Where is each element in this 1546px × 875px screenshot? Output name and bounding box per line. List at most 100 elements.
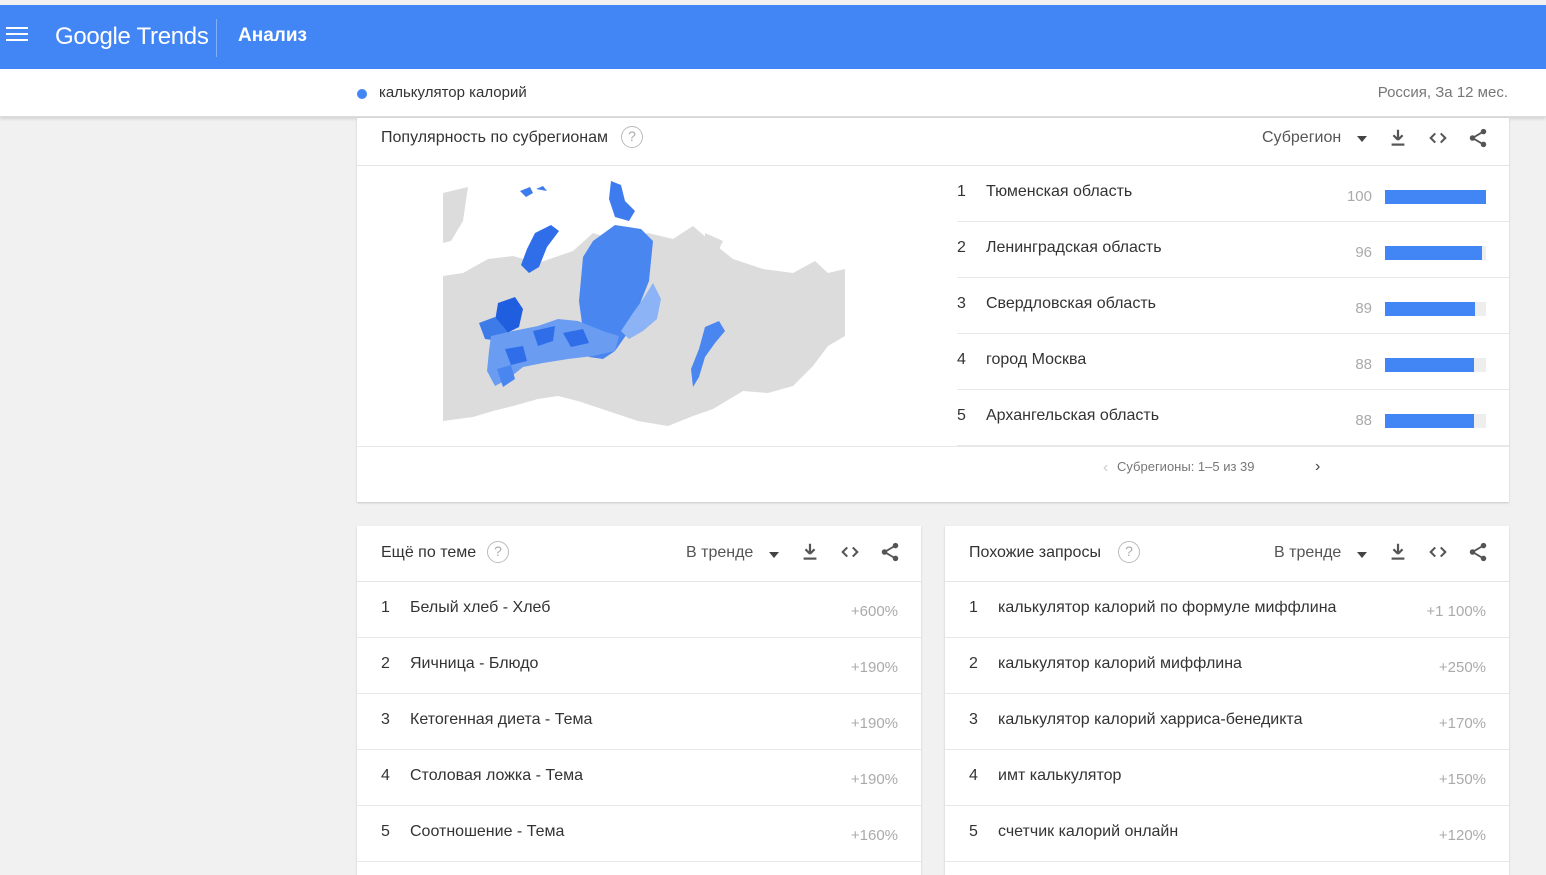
value-bar [1385, 190, 1486, 204]
region-row[interactable]: 3 Свердловская область 89 [957, 278, 1509, 334]
card-header: Похожие запросы ? В тренде [945, 526, 1509, 582]
list-item[interactable]: 1 калькулятор калорий по формуле миффлин… [945, 582, 1509, 638]
related-topics-card: Ещё по теме ? В тренде 1 Белый хлеб - Хл… [357, 526, 921, 875]
region-name[interactable]: Свердловская область [986, 295, 1156, 313]
help-icon[interactable]: ? [487, 541, 509, 563]
subregion-card-header: Популярность по субрегионам ? Субрегион [357, 118, 1509, 166]
region-name[interactable]: Ленинградская область [986, 239, 1162, 257]
value-bar-fill [1385, 414, 1474, 428]
query-name[interactable]: калькулятор калорий по формуле миффлина [998, 599, 1336, 617]
topic-name[interactable]: Соотношение - Тема [410, 823, 564, 841]
rank: 5 [957, 407, 966, 424]
header-divider [216, 19, 217, 57]
region-name[interactable]: Архангельская область [986, 407, 1159, 425]
logo-trends-text: Trends [136, 23, 209, 50]
trend-value: +1 100% [1426, 603, 1486, 620]
pagination: ‹ Субрегионы: 1–5 из 39 › [1103, 458, 1320, 476]
topic-name[interactable]: Столовая ложка - Тема [410, 767, 583, 785]
share-icon[interactable] [879, 541, 901, 563]
value-bar [1385, 414, 1486, 428]
rank: 3 [969, 711, 978, 728]
card-title: Похожие запросы [969, 544, 1101, 561]
value-bar-fill [1385, 302, 1475, 316]
query-name[interactable]: калькулятор калорий миффлина [998, 655, 1242, 673]
list-item[interactable]: 4 Столовая ложка - Тема +190% [357, 750, 921, 806]
rank: 5 [381, 823, 390, 840]
card-title: Популярность по субрегионам [381, 129, 609, 146]
rank: 5 [969, 823, 978, 840]
sort-dropdown-label[interactable]: В тренде [686, 544, 753, 562]
list-item[interactable]: 3 калькулятор калорий харриса-бенедикта … [945, 694, 1509, 750]
embed-icon[interactable] [1427, 541, 1449, 563]
rank: 4 [957, 351, 966, 368]
related-queries-card: Похожие запросы ? В тренде 1 калькулятор… [945, 526, 1509, 875]
download-icon[interactable] [1387, 541, 1409, 563]
choropleth-map[interactable] [443, 181, 845, 431]
chevron-down-icon[interactable] [769, 552, 779, 558]
list-item[interactable]: 1 Белый хлеб - Хлеб +600% [357, 582, 921, 638]
google-trends-logo[interactable]: Google Trends [55, 23, 209, 51]
region-value: 89 [1355, 300, 1372, 317]
trend-value: +190% [850, 715, 898, 732]
download-icon[interactable] [799, 541, 821, 563]
trend-value: +250% [1438, 659, 1486, 676]
embed-icon[interactable] [1427, 127, 1449, 149]
term-color-dot [357, 89, 367, 99]
list-item[interactable]: 3 Кетогенная диета - Тема +190% [357, 694, 921, 750]
trend-value: +190% [850, 659, 898, 676]
app-header: Google Trends Анализ [0, 5, 1546, 69]
value-bar-fill [1385, 358, 1474, 372]
page-section-title: Анализ [238, 25, 307, 46]
trend-value: +190% [850, 771, 898, 788]
rank: 4 [381, 767, 390, 784]
value-bar [1385, 302, 1486, 316]
query-name[interactable]: имт калькулятор [998, 767, 1121, 785]
rank: 2 [957, 239, 966, 256]
trend-value: +170% [1438, 715, 1486, 732]
region-row[interactable]: 1 Тюменская область 100 [957, 166, 1509, 222]
menu-icon[interactable] [6, 27, 28, 45]
value-bar-fill [1385, 246, 1482, 260]
value-bar [1385, 358, 1486, 372]
region-name[interactable]: Тюменская область [986, 183, 1132, 201]
share-icon[interactable] [1467, 127, 1489, 149]
list-item[interactable]: 4 имт калькулятор +150% [945, 750, 1509, 806]
search-term[interactable]: калькулятор калорий [379, 84, 527, 101]
list-item[interactable]: 5 Соотношение - Тема +160% [357, 806, 921, 862]
topic-name[interactable]: Яичница - Блюдо [410, 655, 538, 673]
query-name[interactable]: счетчик калорий онлайн [998, 823, 1178, 841]
topic-name[interactable]: Кетогенная диета - Тема [410, 711, 592, 729]
sort-dropdown-label[interactable]: В тренде [1274, 544, 1341, 562]
region-row[interactable]: 5 Архангельская область 88 [957, 390, 1509, 446]
list-item[interactable]: 2 Яичница - Блюдо +190% [357, 638, 921, 694]
value-bar-fill [1385, 190, 1486, 204]
list-item[interactable]: 5 счетчик калорий онлайн +120% [945, 806, 1509, 862]
list-item[interactable]: 2 калькулятор калорий миффлина +250% [945, 638, 1509, 694]
chevron-right-icon[interactable]: › [1315, 458, 1320, 476]
region-row[interactable]: 4 город Москва 88 [957, 334, 1509, 390]
topic-name[interactable]: Белый хлеб - Хлеб [410, 599, 550, 617]
region-row[interactable]: 2 Ленинградская область 96 [957, 222, 1509, 278]
region-name[interactable]: город Москва [986, 351, 1086, 369]
trend-value: +120% [1438, 827, 1486, 844]
chevron-down-icon[interactable] [1357, 136, 1367, 142]
trend-value: +160% [850, 827, 898, 844]
subregion-card: Популярность по субрегионам ? Субрегион … [357, 118, 1509, 502]
region-value: 88 [1355, 412, 1372, 429]
chevron-left-icon[interactable]: ‹ [1103, 459, 1108, 477]
logo-google-text: Google [55, 23, 131, 50]
rank: 2 [381, 655, 390, 672]
query-name[interactable]: калькулятор калорий харриса-бенедикта [998, 711, 1302, 729]
value-bar [1385, 246, 1486, 260]
help-icon[interactable]: ? [1118, 541, 1140, 563]
resolution-dropdown-label[interactable]: Субрегион [1262, 129, 1341, 147]
share-icon[interactable] [1467, 541, 1489, 563]
pagination-label: Субрегионы: 1–5 из 39 [1117, 459, 1255, 474]
help-icon[interactable]: ? [621, 126, 643, 148]
embed-icon[interactable] [839, 541, 861, 563]
download-icon[interactable] [1387, 127, 1409, 149]
chevron-down-icon[interactable] [1357, 552, 1367, 558]
card-title: Ещё по теме [381, 544, 477, 561]
card-footer-divider [357, 446, 1509, 447]
query-scope: Россия, За 12 мес. [1377, 84, 1508, 101]
